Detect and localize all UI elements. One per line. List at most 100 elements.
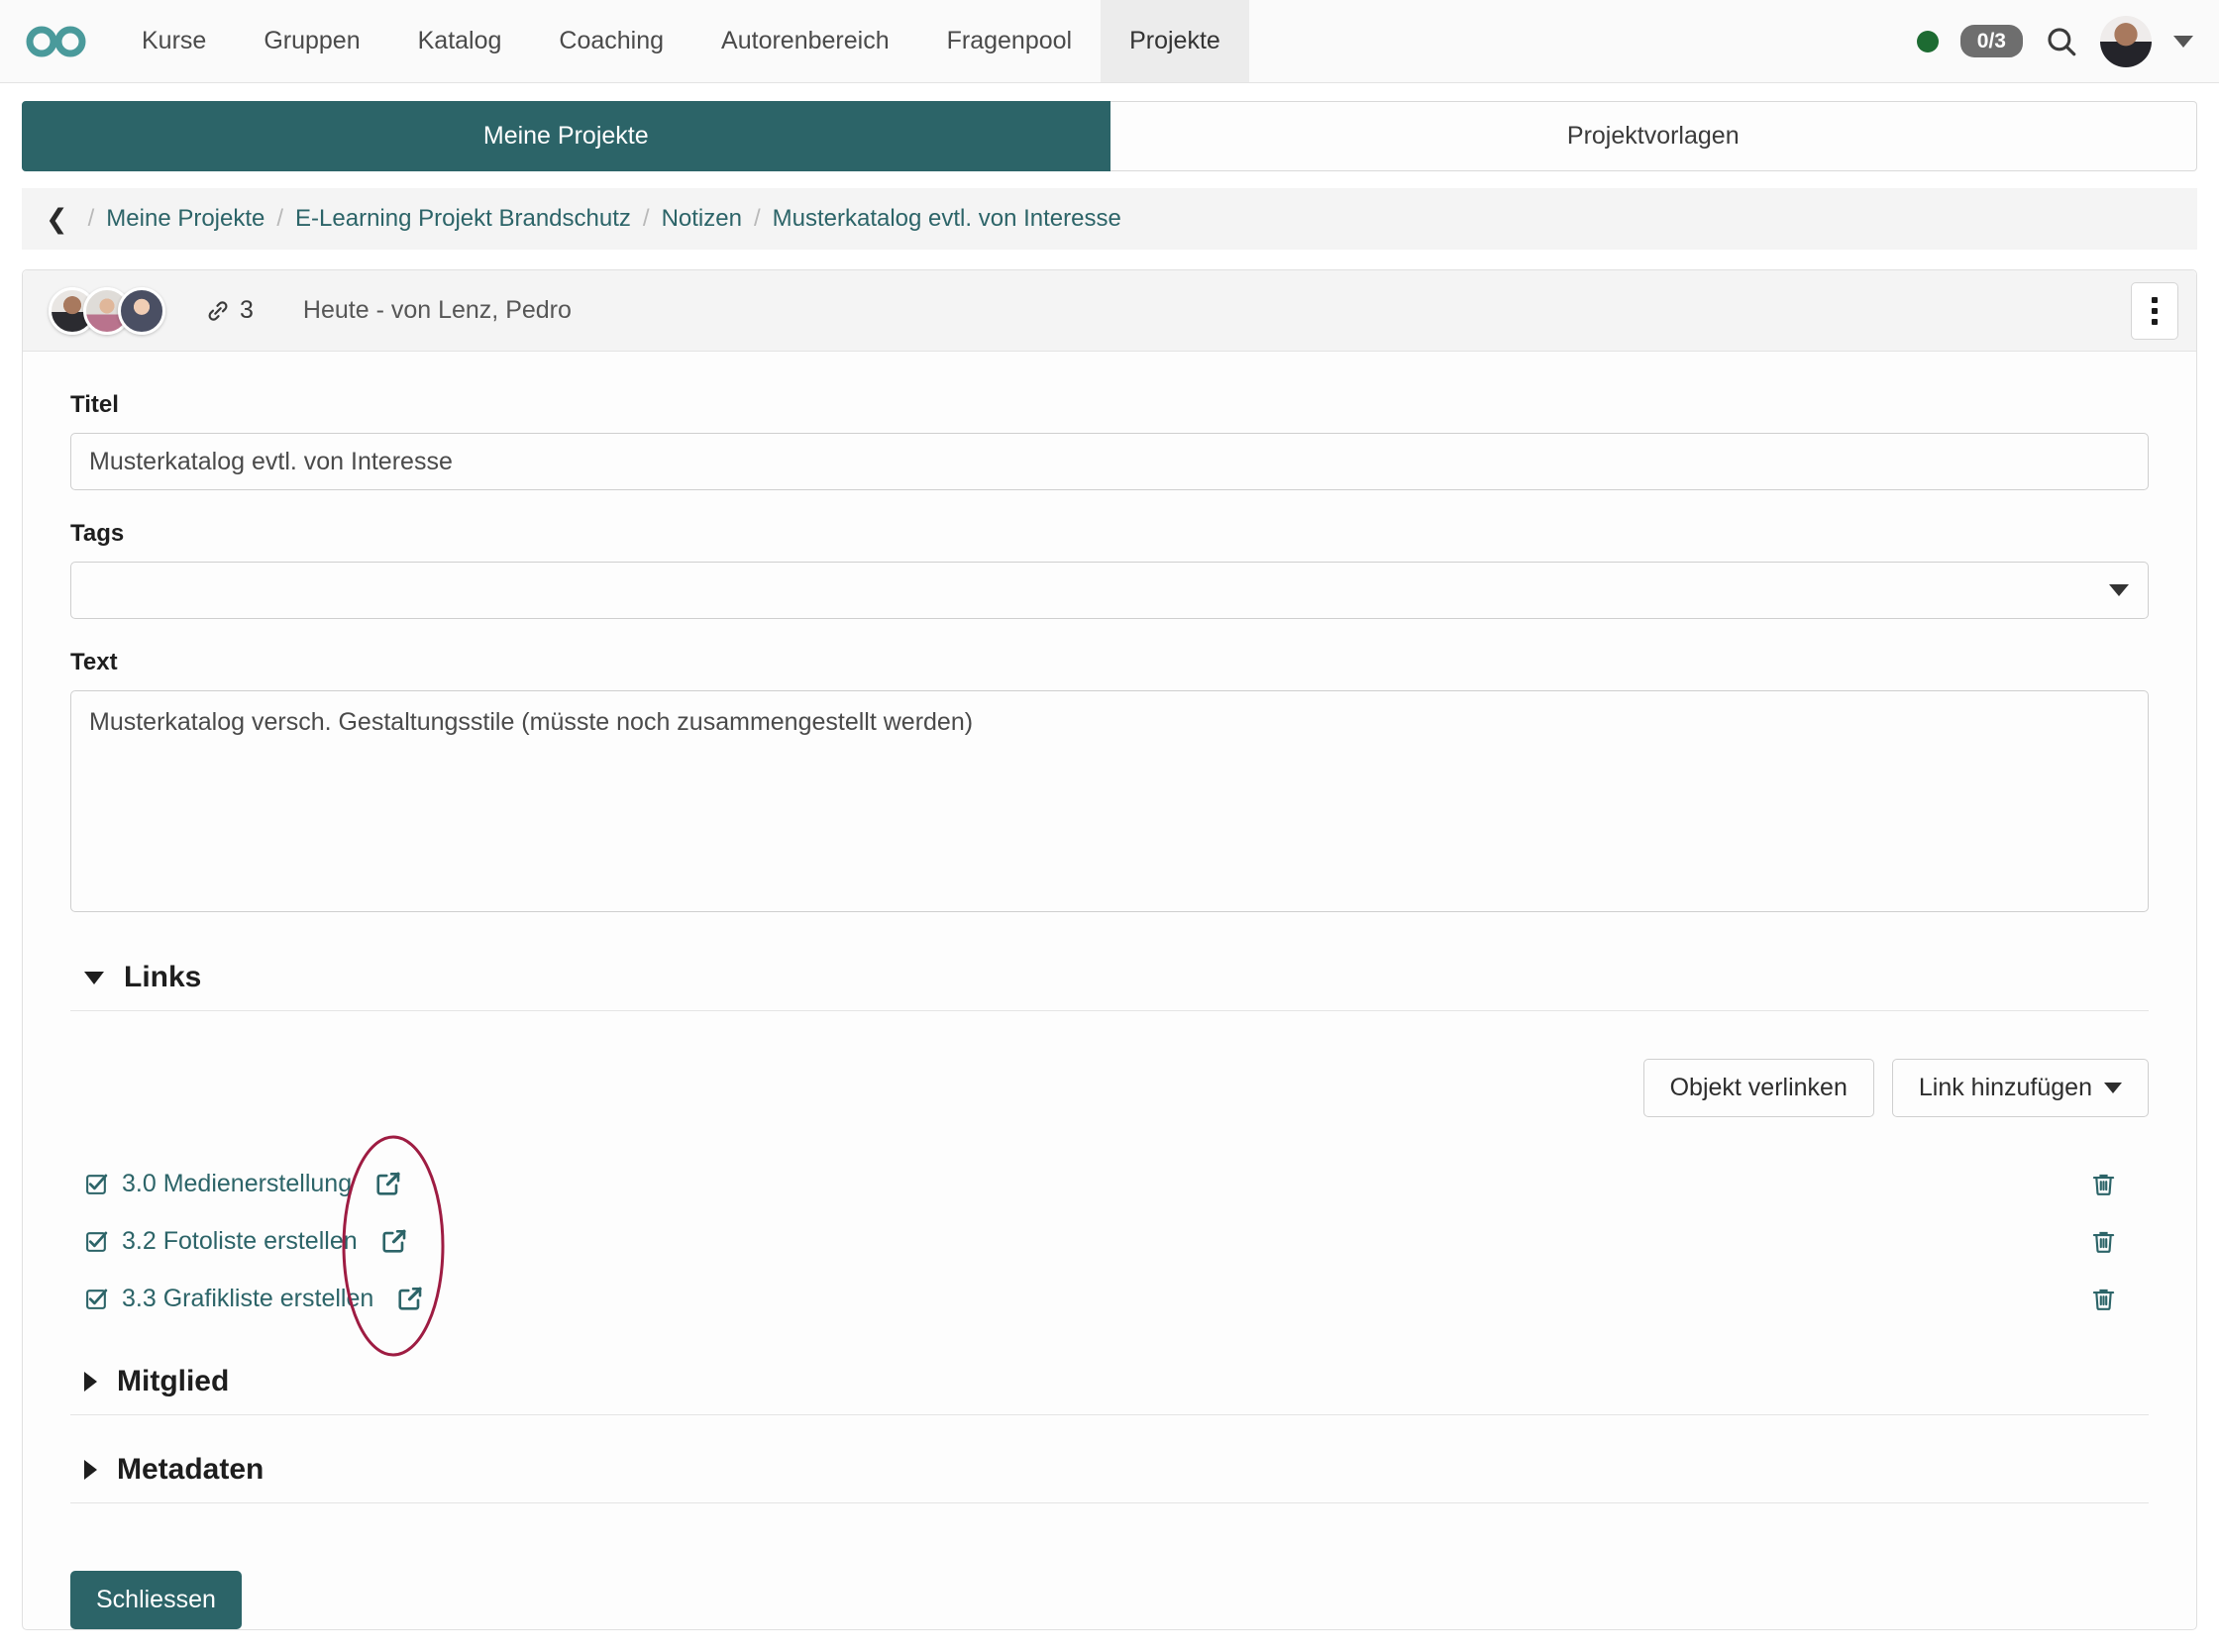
- divider: [70, 1502, 2149, 1503]
- link-chain-icon: [208, 300, 228, 321]
- list-item: 3.3 Grafikliste erstellen: [70, 1270, 2149, 1327]
- nav-label: Autorenbereich: [721, 27, 890, 54]
- nav-label: Coaching: [559, 27, 665, 54]
- top-navigation-bar: Kurse Gruppen Katalog Coaching Autorenbe…: [0, 0, 2219, 83]
- divider: [70, 1414, 2149, 1415]
- links-list: 3.0 Medienerstellung 3.2 Fotoliste erste…: [70, 1135, 2149, 1357]
- note-footer: Schliessen: [23, 1537, 2196, 1629]
- close-button-label: Schliessen: [96, 1586, 216, 1613]
- tags-select[interactable]: [70, 562, 2149, 619]
- link-object-button[interactable]: Objekt verlinken: [1642, 1059, 1874, 1117]
- external-link-icon[interactable]: [373, 1169, 403, 1198]
- breadcrumb-separator: /: [87, 205, 95, 232]
- nav-item-katalog[interactable]: Katalog: [389, 0, 531, 82]
- links-action-buttons: Objekt verlinken Link hinzufügen: [70, 1059, 2149, 1117]
- tags-select-wrap: [70, 562, 2149, 619]
- nav-right-cluster: 0/3: [1916, 0, 2219, 82]
- title-input[interactable]: [70, 433, 2149, 490]
- link-item-label[interactable]: 3.0 Medienerstellung: [122, 1170, 352, 1198]
- metadaten-section-title: Metadaten: [117, 1453, 264, 1486]
- breadcrumb-item-notizen[interactable]: Notizen: [662, 205, 742, 233]
- breadcrumb-separator: /: [642, 205, 650, 232]
- triangle-down-icon: [84, 971, 104, 984]
- links-section-toggle[interactable]: Links: [70, 947, 2149, 1010]
- title-field-group: Titel: [70, 391, 2149, 490]
- close-button[interactable]: Schliessen: [70, 1571, 242, 1629]
- nav-label: Kurse: [142, 27, 207, 54]
- text-textarea[interactable]: [70, 690, 2149, 912]
- avatar[interactable]: [118, 286, 165, 335]
- link-item-label[interactable]: 3.3 Grafikliste erstellen: [122, 1285, 373, 1313]
- divider: [70, 1010, 2149, 1011]
- tab-label: Meine Projekte: [482, 122, 649, 150]
- checkbox-checked-icon: [84, 1287, 109, 1311]
- text-field-group: Text: [70, 649, 2149, 917]
- chevron-down-icon[interactable]: [2109, 584, 2129, 596]
- tags-label: Tags: [70, 520, 125, 547]
- note-meta-text: Heute - von Lenz, Pedro: [302, 296, 572, 324]
- infinity-logo-icon: [26, 26, 86, 56]
- primary-nav-items: Kurse Gruppen Katalog Coaching Autorenbe…: [113, 0, 1249, 82]
- triangle-right-icon: [84, 1460, 97, 1480]
- breadcrumb: ❮ / Meine Projekte / E-Learning Projekt …: [22, 188, 2197, 250]
- nav-item-fragenpool[interactable]: Fragenpool: [918, 0, 1101, 82]
- note-header: 3 Heute - von Lenz, Pedro: [23, 270, 2196, 352]
- trash-icon[interactable]: [2090, 1286, 2117, 1312]
- nav-item-projekte[interactable]: Projekte: [1101, 0, 1249, 82]
- trash-icon[interactable]: [2090, 1171, 2117, 1197]
- user-avatar[interactable]: [2100, 15, 2152, 67]
- breadcrumb-separator: /: [753, 205, 761, 232]
- nav-label: Katalog: [417, 27, 502, 54]
- list-item: 3.0 Medienerstellung: [70, 1155, 2149, 1212]
- member-avatars: [49, 286, 165, 335]
- tab-projektvorlagen[interactable]: Projektvorlagen: [1110, 101, 2197, 171]
- link-object-label: Objekt verlinken: [1669, 1074, 1848, 1101]
- trash-icon[interactable]: [2090, 1228, 2117, 1255]
- title-label: Titel: [70, 391, 119, 418]
- nav-label: Projekte: [1129, 27, 1220, 54]
- breadcrumb-item-current: Musterkatalog evtl. von Interesse: [772, 205, 1121, 232]
- chevron-left-icon[interactable]: ❮: [46, 205, 68, 233]
- tags-field-group: Tags: [70, 520, 2149, 619]
- nav-label: Fragenpool: [946, 27, 1073, 54]
- more-options-icon[interactable]: [2131, 281, 2178, 340]
- note-card: 3 Heute - von Lenz, Pedro Titel Tags Tex…: [22, 269, 2197, 1630]
- mitglied-section: Mitglied: [70, 1351, 2149, 1415]
- metadaten-section: Metadaten: [70, 1439, 2149, 1503]
- chevron-down-icon[interactable]: [2173, 35, 2193, 48]
- task-count-badge[interactable]: 0/3: [1959, 24, 2023, 58]
- link-item-label[interactable]: 3.2 Fotoliste erstellen: [122, 1227, 358, 1256]
- text-label: Text: [70, 649, 118, 675]
- project-tabs: Meine Projekte Projektvorlagen: [0, 83, 2219, 171]
- nav-item-coaching[interactable]: Coaching: [530, 0, 692, 82]
- tab-label: Projektvorlagen: [1566, 122, 1740, 150]
- checkbox-checked-icon: [84, 1172, 109, 1196]
- nav-item-autorenbereich[interactable]: Autorenbereich: [692, 0, 918, 82]
- tab-meine-projekte[interactable]: Meine Projekte: [22, 101, 1110, 171]
- link-count: 3: [205, 296, 254, 325]
- add-link-button[interactable]: Link hinzufügen: [1891, 1059, 2149, 1117]
- external-link-icon[interactable]: [379, 1226, 409, 1256]
- links-section-title: Links: [124, 961, 202, 993]
- online-status-dot: [1916, 30, 1939, 52]
- links-section: Links Objekt verlinken Link hinzufügen 3…: [70, 947, 2149, 1357]
- search-icon[interactable]: [2045, 25, 2078, 58]
- breadcrumb-item-meine-projekte[interactable]: Meine Projekte: [106, 205, 264, 233]
- mitglied-section-title: Mitglied: [117, 1365, 230, 1397]
- triangle-right-icon: [84, 1372, 97, 1392]
- link-count-value: 3: [240, 296, 254, 324]
- brand-logo[interactable]: [0, 0, 113, 82]
- nav-label: Gruppen: [264, 27, 361, 54]
- external-link-icon[interactable]: [395, 1284, 425, 1313]
- metadaten-section-toggle[interactable]: Metadaten: [70, 1439, 2149, 1502]
- mitglied-section-toggle[interactable]: Mitglied: [70, 1351, 2149, 1414]
- caret-down-icon: [2104, 1083, 2122, 1093]
- nav-item-kurse[interactable]: Kurse: [113, 0, 235, 82]
- list-item: 3.2 Fotoliste erstellen: [70, 1212, 2149, 1270]
- breadcrumb-item-projekt[interactable]: E-Learning Projekt Brandschutz: [295, 205, 631, 233]
- checkbox-checked-icon: [84, 1229, 109, 1254]
- nav-item-gruppen[interactable]: Gruppen: [235, 0, 388, 82]
- breadcrumb-separator: /: [276, 205, 284, 232]
- add-link-label: Link hinzufügen: [1918, 1074, 2092, 1101]
- note-form: Titel Tags Text Links: [23, 352, 2196, 1537]
